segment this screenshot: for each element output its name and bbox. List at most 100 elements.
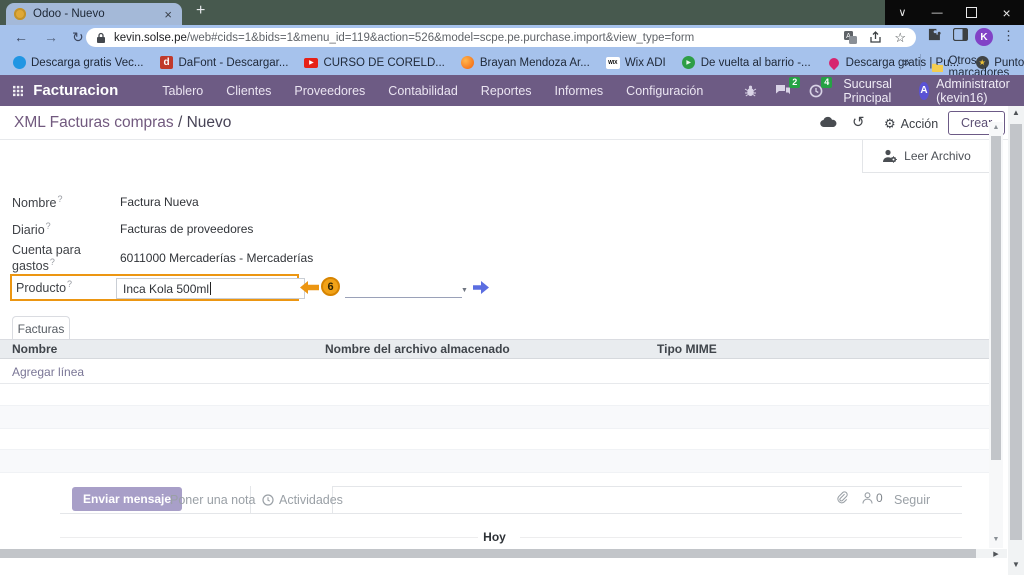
translate-icon[interactable]: A [844, 31, 857, 44]
date-divider-line [60, 537, 478, 538]
dropdown-caret-icon[interactable]: ▼ [461, 287, 468, 294]
menu-informes[interactable]: Informes [555, 84, 604, 98]
column-archivo[interactable]: Nombre del archivo almacenado [325, 342, 657, 356]
column-nombre[interactable]: Nombre [0, 342, 325, 356]
wix-icon: WIX [606, 56, 620, 70]
activities-badge: 4 [821, 77, 832, 88]
help-icon[interactable]: ? [67, 279, 72, 289]
field-value-diario[interactable]: Facturas de proveedores [120, 222, 253, 236]
send-message-button[interactable]: Enviar mensaje [72, 487, 182, 511]
breadcrumb-current: Nuevo [187, 114, 232, 131]
log-note-button[interactable]: Poner una nota [170, 493, 256, 507]
field-value-cuenta[interactable]: 6011000 Mercaderías - Mercaderías [120, 251, 313, 265]
bookmarks-divider [920, 54, 921, 70]
scroll-up-icon[interactable]: ▲ [989, 124, 1003, 131]
bookmarks-overflow-icon[interactable]: » [903, 55, 910, 69]
help-icon[interactable]: ? [57, 194, 62, 204]
app-name[interactable]: Facturacion [33, 82, 118, 99]
browser-menu-icon[interactable]: ⋮ [1002, 28, 1015, 44]
bookmark-item[interactable]: dDaFont - Descargar... [160, 56, 289, 70]
horizontal-scrollbar-thumb[interactable] [0, 549, 976, 558]
messages-icon[interactable]: 2 [775, 84, 791, 97]
browser-tab-odoo[interactable]: Odoo - Nuevo × [6, 3, 182, 25]
help-icon[interactable]: ? [46, 221, 51, 231]
browser-tab-strip: Odoo - Nuevo × + ∨ — × [0, 0, 1024, 25]
clock-icon [262, 494, 274, 506]
url-domain: kevin.solse.pe [114, 32, 187, 44]
forward-icon[interactable]: → [44, 29, 58, 45]
bottom-strip [0, 558, 1007, 575]
bookmark-item[interactable]: Descarga gratis Vec... [12, 56, 144, 70]
menu-configuracion[interactable]: Configuración [626, 84, 703, 98]
odoo-header: Facturacion Tablero Clientes Proveedores… [0, 75, 1024, 106]
close-button[interactable]: × [989, 0, 1024, 25]
debug-bug-icon[interactable] [744, 85, 757, 97]
dafont-icon: d [160, 56, 174, 70]
menu-proveedores[interactable]: Proveedores [294, 84, 365, 98]
activities-clock-icon[interactable]: 4 [809, 84, 823, 98]
scroll-up-icon[interactable]: ▲ [1008, 108, 1024, 117]
address-bar[interactable]: kevin.solse.pe/web#cids=1&bids=1&menu_id… [86, 28, 916, 47]
table-row [0, 405, 989, 429]
table-row [0, 449, 989, 473]
url-text: kevin.solse.pe/web#cids=1&bids=1&menu_id… [114, 32, 832, 44]
extensions-icon[interactable] [928, 28, 942, 42]
menu-reportes[interactable]: Reportes [481, 84, 532, 98]
follow-button[interactable]: Seguir [894, 493, 930, 507]
bookmark-item[interactable]: WIXWix ADI [606, 56, 666, 70]
action-menu-button[interactable]: ⚙ Acción [884, 116, 938, 132]
bookmark-star-icon[interactable]: ☆ [894, 30, 906, 46]
menu-tablero[interactable]: Tablero [162, 84, 203, 98]
menu-contabilidad[interactable]: Contabilidad [388, 84, 458, 98]
tab-close-icon[interactable]: × [162, 8, 174, 21]
odoo-header-right: 2 4 Sucursal Principal A Administrator (… [726, 77, 1010, 105]
restore-button[interactable] [955, 0, 990, 25]
field-value-nombre[interactable]: Factura Nueva [120, 195, 199, 209]
browser-profile-avatar[interactable]: K [975, 28, 993, 46]
tutorial-arrow-icon [300, 281, 319, 294]
user-menu[interactable]: Administrator (kevin16) [936, 77, 1010, 105]
field-label-diario: Diario? [12, 221, 120, 237]
back-icon[interactable]: ← [14, 29, 28, 45]
producto-input[interactable]: Inca Kola 500ml [116, 278, 305, 299]
activities-button[interactable]: Actividades [262, 493, 343, 507]
bookmark-item[interactable]: Brayan Mendoza Ar... [461, 56, 590, 70]
messages-badge: 2 [789, 77, 800, 88]
company-switcher[interactable]: Sucursal Principal [843, 77, 900, 105]
bookmark-item[interactable]: ▶De vuelta al barrio -... [682, 56, 811, 70]
scroll-right-icon[interactable]: ▶ [986, 549, 1006, 558]
firefox-icon [461, 56, 475, 70]
scroll-down-icon[interactable]: ▼ [1008, 560, 1024, 569]
inner-vertical-scrollbar-thumb[interactable] [991, 136, 1001, 460]
cloud-save-icon[interactable] [820, 116, 837, 131]
table-row [0, 360, 989, 384]
follower-person-icon [862, 492, 873, 504]
add-line-link[interactable]: Agregar línea [12, 365, 84, 379]
tutorial-step-badge: 6 [321, 277, 340, 296]
discard-undo-icon[interactable]: ↺ [852, 113, 865, 131]
internal-link-arrow-icon[interactable] [473, 281, 489, 294]
apps-grid-icon[interactable] [13, 84, 23, 98]
scroll-down-icon[interactable]: ▼ [989, 536, 1003, 543]
followers-counter[interactable]: 0 [862, 491, 883, 505]
side-panel-icon[interactable] [953, 28, 968, 41]
reload-icon[interactable]: ↻ [72, 29, 84, 46]
menu-clientes[interactable]: Clientes [226, 84, 271, 98]
help-icon[interactable]: ? [50, 257, 55, 267]
text-cursor [210, 282, 211, 295]
bookmark-item[interactable]: ▶CURSO DE CORELD... [304, 56, 444, 70]
breadcrumb-parent[interactable]: XML Facturas compras [14, 114, 174, 131]
minimize-button[interactable]: — [920, 0, 955, 25]
field-label-cuenta: Cuenta para gastos? [12, 243, 120, 273]
read-file-button[interactable]: Leer Archivo [862, 140, 990, 173]
browser-vertical-scrollbar-thumb[interactable] [1010, 124, 1022, 540]
attachment-paperclip-icon[interactable] [836, 491, 849, 508]
column-mime[interactable]: Tipo MIME [657, 342, 989, 356]
field-row-nombre: Nombre? Factura Nueva [12, 193, 199, 211]
user-avatar[interactable]: A [919, 82, 929, 100]
tab-search-icon[interactable]: ∨ [885, 0, 920, 25]
share-icon[interactable] [869, 31, 882, 44]
tab-facturas[interactable]: Facturas [12, 316, 70, 340]
new-tab-button[interactable]: + [196, 2, 205, 20]
youtube-icon: ▶ [304, 56, 318, 70]
